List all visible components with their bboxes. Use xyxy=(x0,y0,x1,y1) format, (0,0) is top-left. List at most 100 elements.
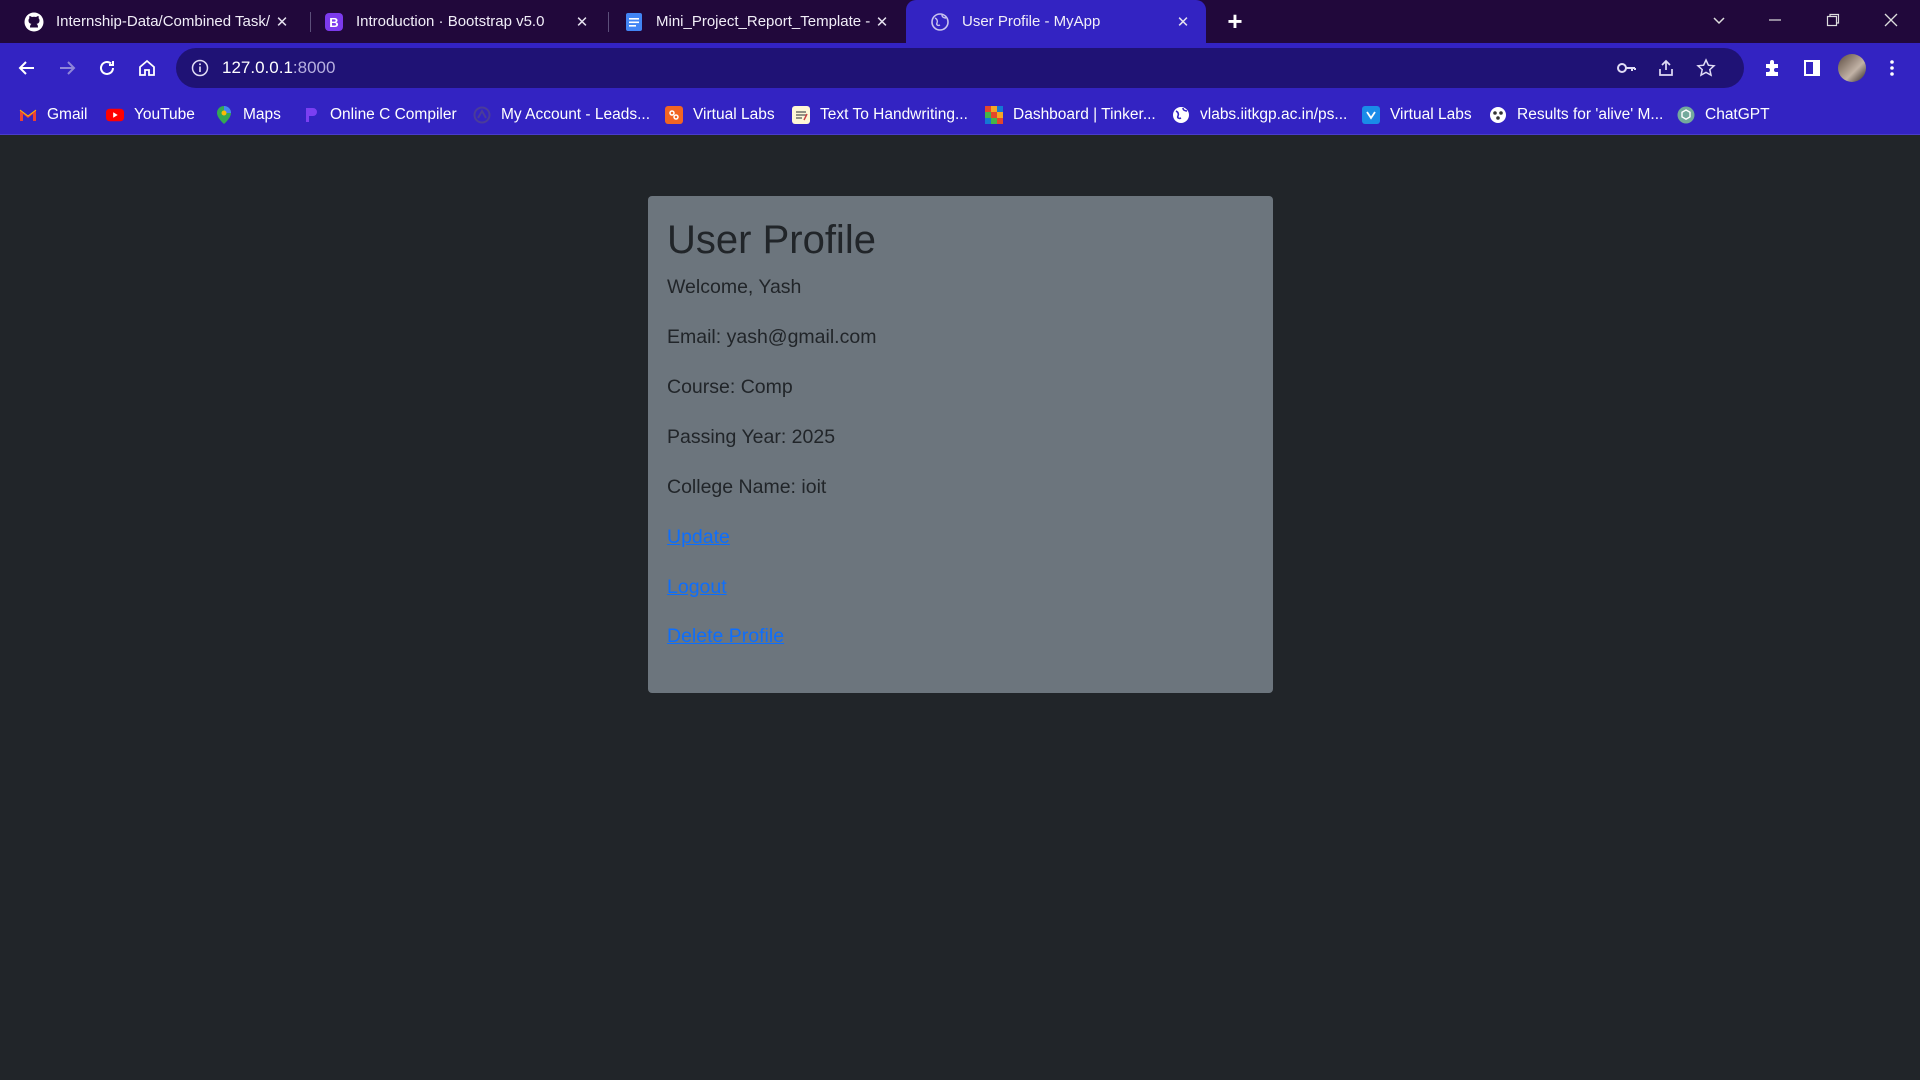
close-icon[interactable]: ✕ xyxy=(1172,11,1194,33)
reload-button[interactable] xyxy=(91,52,123,84)
arrow-right-icon xyxy=(60,61,76,75)
bookmark-label: ChatGPT xyxy=(1705,106,1770,123)
bookmark-maps[interactable]: Maps xyxy=(215,104,281,126)
window-close-button[interactable] xyxy=(1868,0,1914,40)
email-text: Email: yash@gmail.com xyxy=(667,326,877,348)
extensions-button[interactable] xyxy=(1756,52,1788,84)
bookmark-label: Results for 'alive' M... xyxy=(1517,106,1664,123)
tab-title: Mini_Project_Report_Template - xyxy=(656,13,871,30)
tinkercad-icon xyxy=(985,106,1003,124)
bookmarks-bar: Gmail YouTube Maps Online C Compiler My … xyxy=(0,94,1920,135)
bookmark-label: Text To Handwriting... xyxy=(820,106,968,123)
arrow-left-icon xyxy=(18,61,34,75)
url-port: :8000 xyxy=(292,58,336,77)
virtual-labs-icon xyxy=(1362,106,1380,124)
bookmark-label: Dashboard | Tinker... xyxy=(1013,106,1156,123)
reload-icon xyxy=(100,60,114,75)
globe-icon xyxy=(930,12,950,32)
home-button[interactable] xyxy=(131,52,163,84)
course-text: Course: Comp xyxy=(667,376,793,398)
svg-text:B: B xyxy=(329,15,338,30)
close-icon[interactable]: ✕ xyxy=(571,11,593,33)
passing-year-text: Passing Year: 2025 xyxy=(667,426,836,448)
password-key-icon[interactable] xyxy=(1608,48,1644,88)
menu-button[interactable] xyxy=(1876,52,1908,84)
bookmark-label: My Account - Leads... xyxy=(501,106,651,123)
profile-button[interactable] xyxy=(1836,52,1868,84)
bookmark-chatgpt[interactable]: ChatGPT xyxy=(1677,104,1770,126)
college-name-text: College Name: ioit xyxy=(667,476,827,498)
back-button[interactable] xyxy=(11,52,43,84)
restore-icon xyxy=(1826,13,1840,27)
gmail-icon xyxy=(19,106,37,124)
url-host: 127.0.0.1 xyxy=(222,58,293,77)
share-icon[interactable] xyxy=(1648,48,1684,88)
page-title: User Profile xyxy=(667,218,876,262)
bookmark-leads[interactable]: My Account - Leads... xyxy=(473,104,650,126)
puzzle-icon xyxy=(1766,60,1778,76)
bookmark-results-alive[interactable]: Results for 'alive' M... xyxy=(1489,104,1663,126)
side-panel-button[interactable] xyxy=(1796,52,1828,84)
restore-button[interactable] xyxy=(1810,0,1856,40)
browser-tab-strip: Internship-Data/Combined Task/ ✕ B Intro… xyxy=(0,0,1920,43)
home-icon xyxy=(139,59,155,76)
bootstrap-icon: B xyxy=(324,12,344,32)
tab-title: Internship-Data/Combined Task/ xyxy=(56,13,270,30)
bookmark-virtual-labs[interactable]: Virtual Labs xyxy=(665,104,775,126)
bookmark-online-c-compiler[interactable]: Online C Compiler xyxy=(302,104,457,126)
profile-card: User Profile Welcome, Yash Email: yash@g… xyxy=(648,196,1273,693)
bookmark-virtual-labs-2[interactable]: Virtual Labs xyxy=(1362,104,1472,126)
google-docs-icon xyxy=(624,12,644,32)
star-icon[interactable] xyxy=(1688,48,1724,88)
bookmark-gmail[interactable]: Gmail xyxy=(19,104,87,126)
bookmark-label: Maps xyxy=(243,106,281,123)
kebab-menu-icon xyxy=(1890,60,1894,76)
bookmark-text-to-handwriting[interactable]: Text To Handwriting... xyxy=(792,104,968,126)
avatar xyxy=(1838,54,1866,82)
chatgpt-icon xyxy=(1677,106,1695,124)
maps-icon xyxy=(215,106,233,124)
side-panel-icon xyxy=(1804,60,1820,76)
browser-toolbar: 127.0.0.1:8000 xyxy=(0,43,1920,94)
github-icon xyxy=(24,12,44,32)
close-icon[interactable]: ✕ xyxy=(871,11,893,33)
handwriting-icon xyxy=(792,106,810,124)
minimize-icon xyxy=(1769,19,1781,21)
url-text: 127.0.0.1:8000 xyxy=(222,58,335,78)
bookmark-youtube[interactable]: YouTube xyxy=(106,104,195,126)
tab-title: Introduction · Bootstrap v5.0 xyxy=(356,13,545,30)
tab-report-template[interactable]: Mini_Project_Report_Template - ✕ xyxy=(600,0,905,43)
welcome-text: Welcome, Yash xyxy=(667,276,802,298)
bookmark-tinkercad[interactable]: Dashboard | Tinker... xyxy=(985,104,1156,126)
leads-icon xyxy=(473,106,491,124)
youtube-icon xyxy=(106,106,124,124)
tab-bootstrap[interactable]: B Introduction · Bootstrap v5.0 ✕ xyxy=(300,0,605,43)
bookmark-label: Gmail xyxy=(47,106,88,123)
tab-search-button[interactable] xyxy=(1696,0,1742,40)
minimize-button[interactable] xyxy=(1752,0,1798,40)
bookmark-label: YouTube xyxy=(134,106,195,123)
results-icon xyxy=(1489,106,1507,124)
tab-user-profile[interactable]: User Profile - MyApp ✕ xyxy=(906,0,1206,43)
close-icon[interactable]: ✕ xyxy=(271,11,293,33)
close-icon xyxy=(1884,13,1898,27)
compiler-icon xyxy=(302,106,320,124)
bookmark-label: Online C Compiler xyxy=(330,106,457,123)
address-bar[interactable]: 127.0.0.1:8000 xyxy=(176,48,1744,88)
delete-profile-link[interactable]: Delete Profile xyxy=(667,625,784,648)
update-link[interactable]: Update xyxy=(667,526,730,549)
forward-button[interactable] xyxy=(51,52,83,84)
bookmark-label: vlabs.iitkgp.ac.in/ps... xyxy=(1200,106,1348,123)
bookmark-label: Virtual Labs xyxy=(1390,106,1472,123)
new-tab-button[interactable]: + xyxy=(1221,6,1249,36)
logout-link[interactable]: Logout xyxy=(667,576,727,599)
bookmark-vlabs-iitkgp[interactable]: vlabs.iitkgp.ac.in/ps... xyxy=(1172,104,1347,126)
globe-icon xyxy=(1172,106,1190,124)
tab-title: User Profile - MyApp xyxy=(962,13,1101,30)
tab-github[interactable]: Internship-Data/Combined Task/ ✕ xyxy=(0,0,305,43)
page-content: User Profile Welcome, Yash Email: yash@g… xyxy=(0,136,1920,1080)
virtual-labs-icon xyxy=(665,106,683,124)
info-icon[interactable] xyxy=(190,58,210,78)
chevron-down-icon xyxy=(1713,17,1725,25)
bookmark-label: Virtual Labs xyxy=(693,106,775,123)
